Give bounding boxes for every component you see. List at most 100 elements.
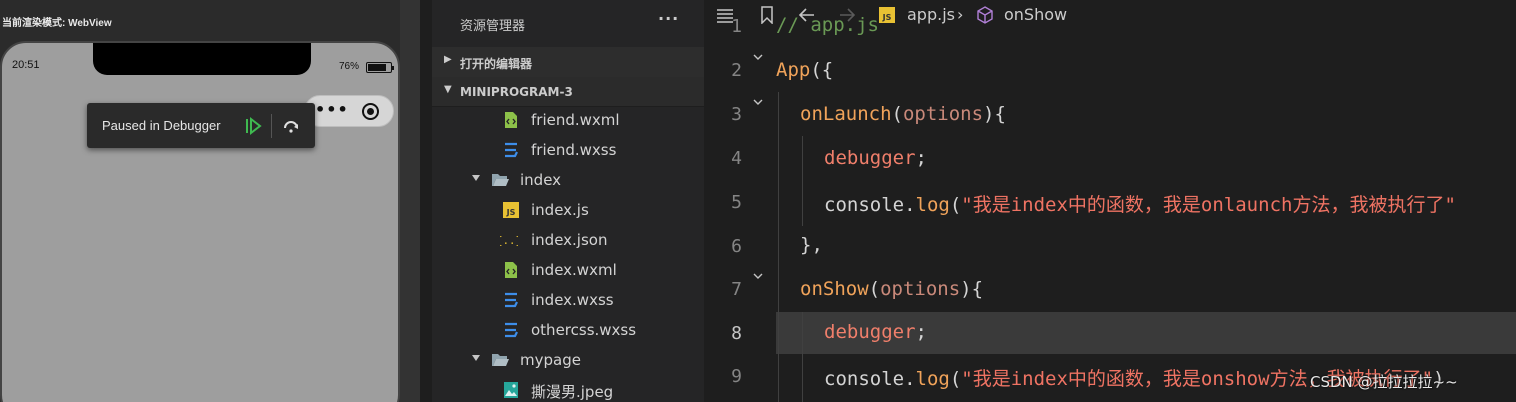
code-token: App <box>776 59 811 81</box>
file-item[interactable]: index.wxss <box>432 285 704 315</box>
code-line[interactable]: }, <box>800 234 823 256</box>
bookmark-icon[interactable] <box>758 6 776 24</box>
wxml-file-icon <box>505 262 517 278</box>
line-number: 4 <box>731 148 742 169</box>
indent-guide <box>802 312 803 402</box>
code-token: onShow <box>800 278 869 300</box>
project-section[interactable]: ▼ MINIPROGRAM-3 <box>432 77 704 107</box>
file-name: index.wxml <box>531 261 617 279</box>
file-item[interactable]: JS index.js <box>432 195 704 225</box>
status-battery-percent: 76% <box>339 61 360 72</box>
line-number: 1 <box>731 16 742 37</box>
fold-chevron-icon[interactable] <box>753 271 763 281</box>
code-line[interactable]: onShow(options){ <box>800 278 983 300</box>
js-file-icon: JS <box>879 7 895 23</box>
code-token: options <box>880 278 961 300</box>
paused-debugger-label: Paused in Debugger <box>102 118 221 133</box>
svg-text:{..}: {..} <box>500 234 518 247</box>
line-number: 9 <box>731 366 742 387</box>
expanded-arrow-icon: ▼ <box>444 84 452 95</box>
folder-item[interactable]: index <box>432 165 704 195</box>
image-file-icon <box>504 382 518 398</box>
file-item[interactable]: friend.wxml <box>432 105 704 135</box>
file-name: index.wxss <box>531 291 614 309</box>
file-name: friend.wxml <box>531 111 620 129</box>
status-time: 20:51 <box>12 59 40 71</box>
line-number: 3 <box>731 104 742 125</box>
js-file-icon: JS <box>503 202 519 218</box>
code-line[interactable]: console.log("我是index中的函数，我是onlaunch方法，我被… <box>824 190 1456 217</box>
code-token: ({ <box>810 59 834 81</box>
code-editor[interactable]: JS app.js › onShow 1 // app.js 2 App({ 3… <box>704 0 1516 402</box>
more-icon[interactable]: ••• <box>315 100 349 119</box>
line-number: 2 <box>731 60 742 81</box>
explorer-panel: 资源管理器 ··· ▶ 打开的编辑器 ▼ MINIPROGRAM-3 frien… <box>432 0 704 402</box>
code-token: ( <box>949 194 962 216</box>
fold-chevron-icon[interactable] <box>753 52 763 62</box>
wxml-file-icon <box>505 112 517 128</box>
file-item[interactable]: index.wxml <box>432 255 704 285</box>
code-token: console. <box>824 368 916 390</box>
json-file-icon: {..} <box>500 234 518 247</box>
indent-guide <box>778 92 779 402</box>
resume-icon[interactable] <box>243 116 263 136</box>
code-line[interactable]: onLaunch(options){ <box>800 103 1006 125</box>
folder-name: mypage <box>520 351 581 369</box>
simulator-scrollbar[interactable] <box>400 0 420 402</box>
folder-name: index <box>520 171 562 189</box>
code-token: ( <box>868 278 881 300</box>
svg-text:JS: JS <box>882 13 892 22</box>
csdn-watermark: CSDN @拉拉拉拉~~ <box>1310 373 1458 391</box>
folder-item[interactable]: mypage <box>432 345 704 375</box>
expanded-chevron-icon <box>472 175 480 181</box>
file-name: 撕漫男.jpeg <box>531 383 614 401</box>
file-item[interactable]: {..} index.json <box>432 225 704 255</box>
fold-chevron-icon[interactable] <box>753 97 763 107</box>
explorer-title: 资源管理器 <box>460 19 526 34</box>
file-name: friend.wxss <box>531 141 617 159</box>
code-line[interactable]: // app.js <box>776 14 879 36</box>
code-token: debugger <box>824 147 916 169</box>
render-mode-label: 当前渲染模式: WebView <box>2 18 112 29</box>
code-token: onLaunch <box>800 103 892 125</box>
code-line[interactable]: App({ <box>776 59 833 81</box>
file-name: index.json <box>531 231 608 249</box>
code-line-current[interactable]: debugger; <box>824 321 927 343</box>
folder-open-icon <box>492 354 509 366</box>
phone-screen[interactable]: 20:51 76% ••• <box>0 41 400 402</box>
chevron-right-icon: › <box>957 5 964 24</box>
file-item[interactable]: 撕漫男.jpeg <box>432 375 704 402</box>
code-token: ; <box>915 321 927 343</box>
line-number: 6 <box>731 236 742 257</box>
paused-debugger-popup: Paused in Debugger <box>87 103 315 148</box>
wxss-file-icon <box>505 322 518 338</box>
expanded-chevron-icon <box>472 355 480 361</box>
method-cube-icon <box>977 6 993 24</box>
more-actions-icon[interactable]: ··· <box>658 9 679 28</box>
line-number: 5 <box>731 192 742 213</box>
step-over-icon[interactable] <box>281 116 301 136</box>
file-item[interactable]: othercss.wxss <box>432 315 704 345</box>
code-token: log <box>915 368 950 390</box>
code-token: ( <box>891 103 903 125</box>
open-editors-section[interactable]: ▶ 打开的编辑器 <box>432 47 704 77</box>
code-token: ){ <box>983 103 1006 125</box>
svg-text:JS: JS <box>506 208 516 217</box>
code-token: console. <box>824 194 916 216</box>
breadcrumb-file[interactable]: app.js <box>907 5 955 24</box>
code-line[interactable]: debugger; <box>824 147 927 169</box>
code-token: ( <box>949 368 962 390</box>
file-name: othercss.wxss <box>531 321 637 339</box>
close-circle-icon[interactable] <box>362 103 379 120</box>
collapsed-arrow-icon: ▶ <box>444 54 452 65</box>
miniprogram-capsule[interactable]: ••• <box>304 95 394 127</box>
breadcrumb-symbol[interactable]: onShow <box>1004 5 1067 24</box>
folder-open-icon <box>492 174 509 186</box>
simulator-panel: 当前渲染模式: WebView 20:51 76% ••• Paused in … <box>0 0 420 402</box>
popup-divider <box>271 114 272 138</box>
code-token: log <box>915 194 950 216</box>
line-number: 7 <box>731 279 742 300</box>
file-item[interactable]: friend.wxss <box>432 135 704 165</box>
wxss-file-icon <box>505 142 518 158</box>
code-token: ; <box>915 147 927 169</box>
